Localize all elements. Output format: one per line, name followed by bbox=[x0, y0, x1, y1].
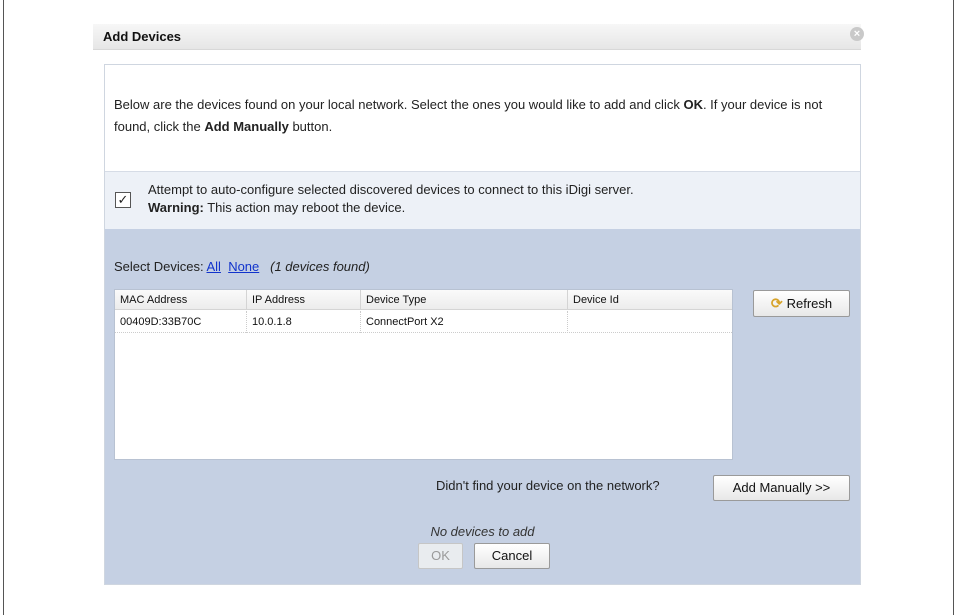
close-icon[interactable]: × bbox=[850, 27, 864, 41]
autoconfigure-line: Attempt to auto-configure selected disco… bbox=[148, 182, 634, 197]
dialog-title: Add Devices bbox=[103, 29, 182, 44]
column-header-ip-address[interactable]: IP Address bbox=[247, 290, 361, 310]
device-type-cell: ConnectPort X2 bbox=[361, 311, 568, 333]
intro-add-manually-word: Add Manually bbox=[204, 119, 289, 134]
add-manually-button[interactable]: Add Manually >> bbox=[713, 475, 850, 501]
refresh-label: Refresh bbox=[786, 296, 833, 311]
dialog-body: Below are the devices found on your loca… bbox=[104, 64, 861, 585]
refresh-button[interactable]: ⟳ Refresh bbox=[753, 290, 850, 317]
devices-found-count: (1 devices found) bbox=[270, 259, 370, 274]
intro-ok-word: OK bbox=[683, 97, 703, 112]
devices-table: MAC Address IP Address Device Type Devic… bbox=[114, 289, 733, 460]
intro-text-part: Below are the devices found on your loca… bbox=[114, 97, 684, 112]
warning-label: Warning: bbox=[148, 200, 204, 215]
column-header-device-type[interactable]: Device Type bbox=[361, 290, 568, 310]
intro-section: Below are the devices found on your loca… bbox=[105, 65, 860, 172]
warning-text: This action may reboot the device. bbox=[203, 200, 406, 215]
select-devices-label: Select Devices: All None (1 devices foun… bbox=[114, 259, 370, 274]
select-devices-text: Select Devices: bbox=[114, 259, 207, 274]
dialog-titlebar: Add Devices bbox=[93, 24, 861, 50]
cancel-button[interactable]: Cancel bbox=[474, 543, 550, 569]
select-none-link[interactable]: None bbox=[228, 259, 259, 274]
column-header-mac-address[interactable]: MAC Address bbox=[115, 290, 247, 310]
table-row[interactable]: 00409D:33B70C 10.0.1.8 ConnectPort X2 bbox=[115, 311, 732, 333]
not-found-text: Didn't find your device on the network? bbox=[436, 478, 660, 493]
mac-address-cell: 00409D:33B70C bbox=[115, 311, 247, 333]
ok-button[interactable]: OK bbox=[418, 543, 463, 569]
column-header-device-id[interactable]: Device Id bbox=[568, 290, 732, 310]
table-header: MAC Address IP Address Device Type Devic… bbox=[115, 290, 732, 310]
ip-address-cell: 10.0.1.8 bbox=[247, 311, 361, 333]
status-message: No devices to add bbox=[430, 524, 535, 539]
refresh-icon: ⟳ bbox=[770, 295, 783, 311]
device-selection-area: Select Devices: All None (1 devices foun… bbox=[105, 229, 860, 584]
device-id-cell bbox=[568, 311, 732, 333]
intro-text: Below are the devices found on your loca… bbox=[114, 94, 854, 138]
select-all-link[interactable]: All bbox=[207, 259, 221, 274]
autoconfigure-label: Attempt to auto-configure selected disco… bbox=[148, 181, 634, 217]
autoconfigure-checkbox[interactable]: ✓ bbox=[115, 192, 131, 208]
intro-text-part: button. bbox=[288, 119, 333, 134]
autoconfigure-section: ✓ Attempt to auto-configure selected dis… bbox=[105, 172, 860, 229]
